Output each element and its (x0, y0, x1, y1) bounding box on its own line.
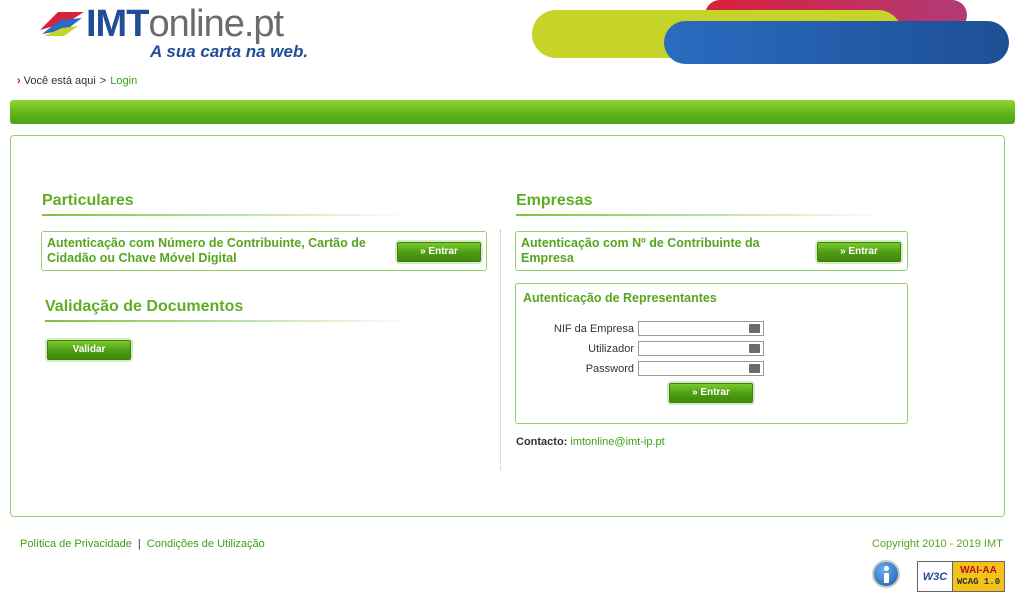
wcag-level: WAI-AA WCAG 1.0 (952, 562, 1004, 591)
contact-label: Contacto: (516, 436, 568, 448)
validacao-title: Validação de Documentos (45, 298, 244, 315)
breadcrumb-prefix: Você está aqui (23, 75, 96, 87)
particulares-auth-box: Autenticação com Número de Contribuinte,… (41, 231, 487, 271)
validar-button[interactable]: Validar (47, 340, 131, 360)
validacao-title-underline (45, 320, 415, 322)
accessibility-icon[interactable] (872, 560, 900, 588)
contact: Contacto: imtonline@imt-ip.pt (516, 436, 665, 448)
footer-separator: | (137, 538, 141, 550)
column-divider (500, 230, 501, 470)
logo-imt: IMT (86, 3, 149, 45)
particulares-entrar-button[interactable]: » Entrar (397, 242, 481, 262)
privacy-policy-link[interactable]: Política de Privacidade (20, 538, 132, 550)
breadcrumb-current[interactable]: Login (110, 75, 137, 87)
logo-mark-icon (40, 12, 84, 36)
particulares-title-underline (42, 214, 412, 216)
logo-wordmark: IMTonline.pt (86, 3, 284, 45)
contact-email-link[interactable]: imtonline@imt-ip.pt (570, 436, 664, 448)
nif-label: NIF da Empresa (553, 323, 634, 335)
utilizador-input[interactable] (638, 341, 764, 356)
empresas-title: Empresas (516, 192, 593, 209)
particulares-title: Particulares (42, 192, 134, 209)
utilizador-label: Utilizador (588, 343, 634, 355)
breadcrumb-arrow-icon: › (17, 75, 21, 87)
representantes-title: Autenticação de Representantes (523, 291, 717, 305)
logo-online: online.pt (148, 3, 284, 45)
w3c-wai-aa-badge[interactable]: W3C WAI-AA WCAG 1.0 (917, 561, 1005, 592)
wai-aa-label: WAI-AA (960, 565, 997, 576)
w3c-logo: W3C (922, 570, 948, 583)
empresas-title-underline (516, 214, 886, 216)
breadcrumb-separator: > (99, 75, 107, 87)
representantes-entrar-button[interactable]: » Entrar (669, 383, 753, 403)
green-nav-bar (10, 100, 1015, 124)
password-keyboard-icon[interactable] (749, 364, 760, 373)
logo-slogan: A sua carta na web. (150, 42, 309, 61)
nif-keyboard-icon[interactable] (749, 324, 760, 333)
imt-online-logo[interactable]: IMTonline.pt A sua carta na web. (38, 3, 328, 61)
accessibility-icon-body (884, 573, 889, 583)
breadcrumb: › Você está aqui > Login (17, 75, 137, 87)
terms-of-use-link[interactable]: Condições de Utilização (147, 538, 265, 550)
page: IMTonline.pt A sua carta na web. › Você e… (0, 0, 1024, 605)
header-banner (530, 0, 1024, 66)
nif-input[interactable] (638, 321, 764, 336)
password-input[interactable] (638, 361, 764, 376)
footer-links: Política de Privacidade | Condições de Uti… (20, 538, 265, 550)
empresas-entrar-button[interactable]: » Entrar (817, 242, 901, 262)
utilizador-keyboard-icon[interactable] (749, 344, 760, 353)
empresas-auth-text: Autenticação com Nº de Contribuinte da E… (521, 236, 760, 265)
accessibility-icon-head (884, 566, 889, 571)
particulares-auth-text: Autenticação com Número de Contribuinte,… (47, 236, 366, 265)
password-label: Password (585, 363, 634, 375)
empresas-auth-box: Autenticação com Nº de Contribuinte da E… (515, 231, 908, 271)
wcag-version-label: WCAG 1.0 (956, 577, 1001, 587)
banner-blue-stripe (664, 21, 1009, 64)
copyright: Copyright 2010 - 2019 IMT (872, 538, 1003, 550)
